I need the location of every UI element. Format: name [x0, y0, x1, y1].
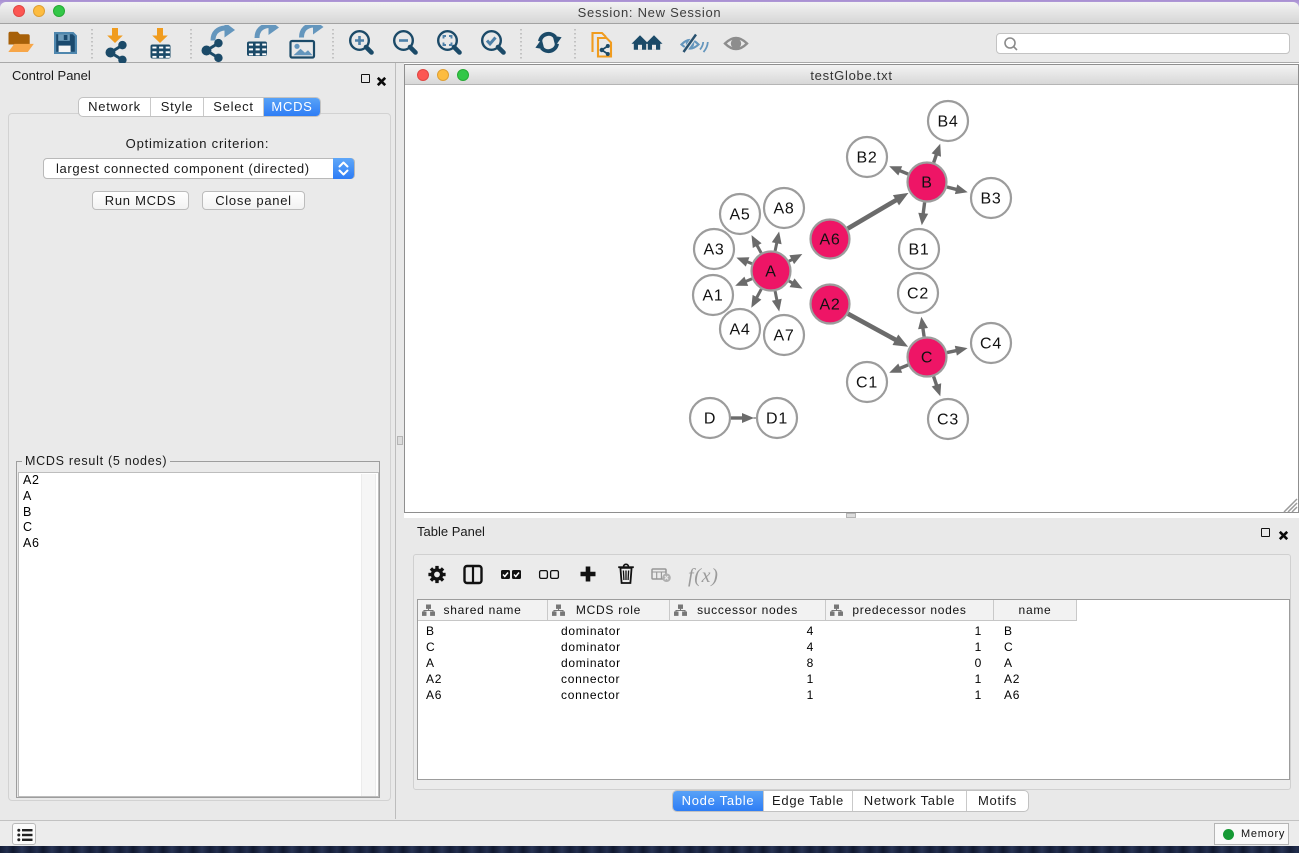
svg-text:A8: A8 [773, 201, 794, 218]
svg-text:B2: B2 [856, 150, 877, 167]
svg-text:D: D [704, 411, 716, 428]
svg-text:A6: A6 [819, 232, 840, 249]
svg-text:B4: B4 [937, 114, 958, 131]
svg-text:A2: A2 [819, 297, 840, 314]
svg-text:B: B [921, 175, 932, 192]
svg-text:D1: D1 [766, 411, 788, 428]
svg-text:C: C [921, 350, 933, 367]
svg-text:C3: C3 [937, 412, 959, 429]
svg-text:B3: B3 [980, 191, 1001, 208]
svg-text:A3: A3 [703, 242, 724, 259]
svg-text:A7: A7 [773, 328, 794, 345]
svg-text:A5: A5 [729, 207, 750, 224]
svg-text:f(x): f(x) [688, 565, 719, 587]
svg-text:A1: A1 [702, 288, 723, 305]
svg-text:C1: C1 [856, 375, 878, 392]
svg-text:C4: C4 [980, 336, 1002, 353]
svg-text:C2: C2 [907, 286, 929, 303]
svg-text:A4: A4 [729, 322, 750, 339]
svg-text:B1: B1 [908, 242, 929, 259]
svg-text:A: A [765, 264, 776, 281]
